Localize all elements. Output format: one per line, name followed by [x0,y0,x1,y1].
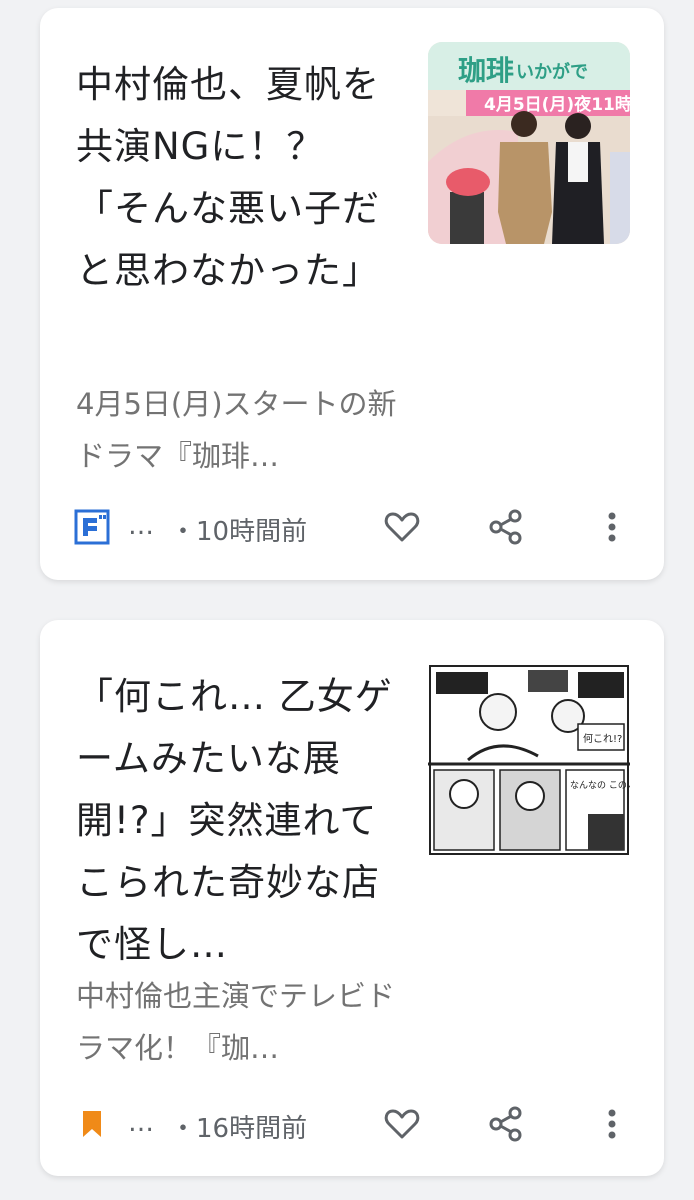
article-snippet: 中村倫也主演でテレビドラマ化！『珈… [76,979,396,1065]
banner-date: 4月5日(月)夜11時6 [484,94,630,115]
share-button[interactable] [484,1102,528,1146]
timestamp: ・10時間前 [170,517,308,547]
like-button[interactable] [380,1102,424,1146]
thumbnail-image: 何これ!? なんなの この人 [428,664,630,856]
article-thumbnail[interactable]: 何これ!? なんなの この人 [428,664,630,856]
article-thumbnail[interactable]: 珈琲 いかがで 4月5日(月)夜11時6 [428,42,630,244]
banner-title: 珈琲 [458,54,514,87]
share-icon [489,509,522,545]
article-title[interactable]: 「何これ… 乙女ゲームみたいな展開!?」突然連れてこられた奇妙な店で怪し… [76,666,398,976]
more-options-button[interactable] [590,1102,634,1146]
share-icon [489,1106,522,1142]
like-button[interactable] [380,505,424,549]
timestamp: ・16時間前 [170,1114,308,1144]
heart-icon [384,1109,420,1139]
article-title[interactable]: 中村倫也、夏帆を共演NGに！？「そんな悪い子だと思わなかった」 [76,54,398,302]
more-vert-icon [608,512,616,542]
more-vert-icon [608,1109,616,1139]
article-meta: … ・10時間前 [40,497,664,557]
article-card[interactable]: 中村倫也、夏帆を共演NGに！？「そんな悪い子だと思わなかった」 4月5日(月)ス… [40,8,664,580]
thumbnail-image: 珈琲 いかがで 4月5日(月)夜11時6 [428,42,630,244]
source-name[interactable]: … [128,1108,154,1138]
heart-icon [384,512,420,542]
share-button[interactable] [484,505,528,549]
article-card[interactable]: 「何これ… 乙女ゲームみたいな展開!?」突然連れてこられた奇妙な店で怪し… 中村… [40,620,664,1176]
news-source-icon[interactable] [74,509,110,545]
speech-bubble: なんなの この人 [570,780,630,791]
banner-title-rest: いかがで [516,61,588,83]
article-snippet: 4月5日(月)スタートの新ドラマ『珈琲… [76,387,397,473]
bookmark-icon[interactable] [74,1106,110,1142]
more-options-button[interactable] [590,505,634,549]
article-meta: … ・16時間前 [40,1094,664,1154]
source-name[interactable]: … [128,511,154,541]
speech-bubble: 何これ!? [583,732,622,745]
